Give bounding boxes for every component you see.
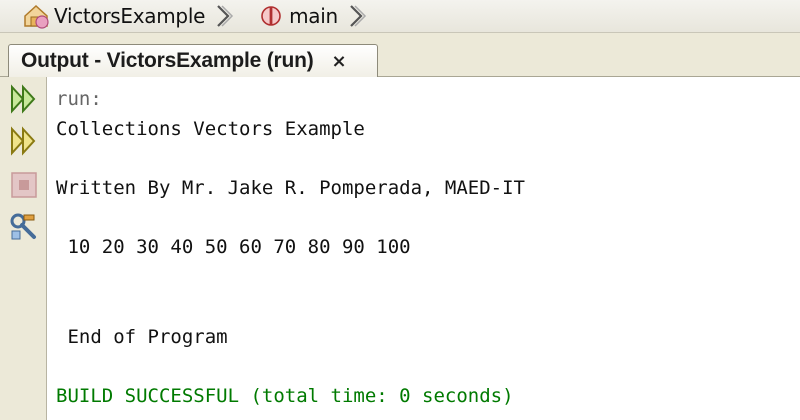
rerun-with-options-icon[interactable] — [8, 125, 40, 157]
output-line: End of Program — [56, 326, 228, 348]
tab-output[interactable]: Output - VictorsExample (run) × — [8, 44, 378, 77]
tab-title: Output - VictorsExample (run) — [21, 49, 314, 72]
output-tab-row: Output - VictorsExample (run) × — [0, 44, 800, 77]
project-icon — [22, 2, 50, 30]
breadcrumb-item-label: VictorsExample — [54, 4, 206, 28]
output-line: 10 20 30 40 50 60 70 80 90 100 — [56, 236, 411, 258]
breadcrumb-item-label: main — [289, 4, 338, 28]
output-toolbar — [0, 77, 47, 420]
chevron-right-icon — [350, 5, 366, 27]
breadcrumb-item-project[interactable]: VictorsExample — [22, 0, 235, 32]
chevron-right-icon — [217, 5, 234, 27]
breadcrumb-item-method[interactable]: main — [257, 0, 368, 32]
rerun-icon[interactable] — [8, 83, 40, 115]
output-line: Collections Vectors Example — [56, 118, 365, 140]
settings-icon[interactable] — [8, 211, 40, 243]
close-icon[interactable]: × — [332, 51, 347, 72]
output-console[interactable]: run: Collections Vectors Example Written… — [47, 77, 800, 420]
output-line: Written By Mr. Jake R. Pomperada, MAED-I… — [56, 177, 525, 199]
output-line-run: run: — [56, 88, 102, 110]
build-status-line: BUILD SUCCESSFUL (total time: 0 seconds) — [56, 385, 514, 407]
stop-icon[interactable] — [8, 169, 40, 201]
separator — [0, 33, 800, 44]
method-icon — [257, 2, 285, 30]
breadcrumb-bar: VictorsExample main — [0, 0, 800, 33]
